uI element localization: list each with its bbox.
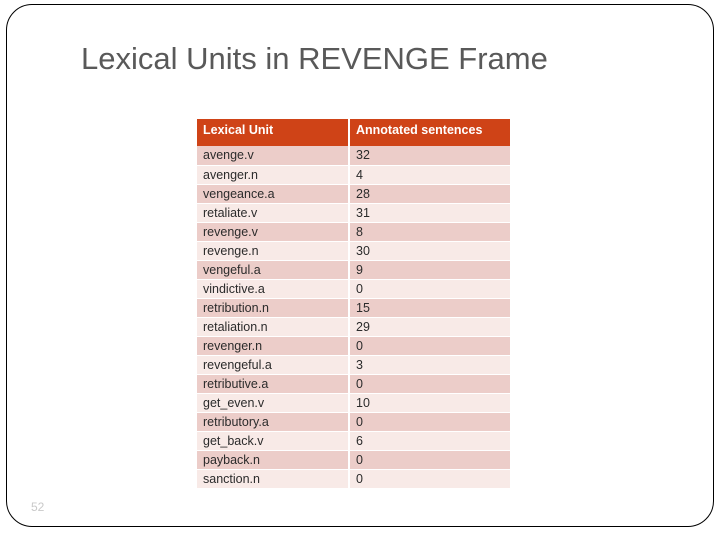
cell-lexical-unit: get_even.v (197, 393, 350, 413)
cell-lexical-unit: sanction.n (197, 469, 350, 489)
table-row: avenger.n 4 (197, 165, 510, 185)
cell-annotated-sentences: 28 (349, 184, 510, 204)
cell-annotated-sentences: 9 (349, 260, 510, 280)
table-row: retaliation.n 29 (197, 317, 510, 337)
cell-annotated-sentences: 0 (349, 412, 510, 432)
page-number: 52 (31, 500, 45, 514)
lexical-units-table: Lexical Unit Annotated sentences avenge.… (197, 119, 510, 489)
table-header: Lexical Unit Annotated sentences (197, 119, 510, 146)
cell-lexical-unit: retributive.a (197, 374, 350, 394)
cell-lexical-unit: get_back.v (197, 431, 350, 451)
cell-annotated-sentences: 0 (349, 469, 510, 489)
cell-annotated-sentences: 4 (349, 165, 510, 185)
table-row: get_back.v 6 (197, 431, 510, 451)
cell-lexical-unit: avenger.n (197, 165, 350, 185)
cell-lexical-unit: vengeful.a (197, 260, 350, 280)
table-row: retributory.a 0 (197, 412, 510, 432)
cell-lexical-unit: retaliation.n (197, 317, 350, 337)
cell-annotated-sentences: 29 (349, 317, 510, 337)
cell-annotated-sentences: 8 (349, 222, 510, 242)
cell-lexical-unit: revengeful.a (197, 355, 350, 375)
table-body: avenge.v 32 avenger.n 4 vengeance.a 28 retalia… (197, 146, 510, 489)
cell-annotated-sentences: 31 (349, 203, 510, 223)
table-row: revenge.v 8 (197, 222, 510, 242)
table-row: revenge.n 30 (197, 241, 510, 261)
table-row: retributive.a 0 (197, 374, 510, 394)
cell-lexical-unit: revenge.n (197, 241, 350, 261)
cell-lexical-unit: payback.n (197, 450, 350, 470)
cell-annotated-sentences: 30 (349, 241, 510, 261)
cell-lexical-unit: revenger.n (197, 336, 350, 356)
cell-annotated-sentences: 15 (349, 298, 510, 318)
table-row: sanction.n 0 (197, 469, 510, 489)
table-row: revengeful.a 3 (197, 355, 510, 375)
page-title: Lexical Units in REVENGE Frame (81, 40, 548, 76)
cell-annotated-sentences: 0 (349, 279, 510, 299)
slide-frame: Lexical Units in REVENGE Frame Lexical U… (6, 4, 714, 527)
table-row: retribution.n 15 (197, 298, 510, 318)
table-row: vindictive.a 0 (197, 279, 510, 299)
cell-annotated-sentences: 0 (349, 450, 510, 470)
table-row: revenger.n 0 (197, 336, 510, 356)
table-row: vengeful.a 9 (197, 260, 510, 280)
cell-annotated-sentences: 32 (349, 146, 510, 166)
cell-lexical-unit: retaliate.v (197, 203, 350, 223)
cell-annotated-sentences: 6 (349, 431, 510, 451)
cell-annotated-sentences: 10 (349, 393, 510, 413)
table-header-row: Lexical Unit Annotated sentences (197, 119, 510, 146)
column-header-annotated-sentences: Annotated sentences (349, 119, 510, 146)
cell-annotated-sentences: 0 (349, 374, 510, 394)
cell-lexical-unit: vindictive.a (197, 279, 350, 299)
cell-lexical-unit: retribution.n (197, 298, 350, 318)
table-row: retaliate.v 31 (197, 203, 510, 223)
column-header-lexical-unit: Lexical Unit (197, 119, 350, 146)
table-row: vengeance.a 28 (197, 184, 510, 204)
cell-annotated-sentences: 3 (349, 355, 510, 375)
cell-lexical-unit: vengeance.a (197, 184, 350, 204)
table-row: avenge.v 32 (197, 146, 510, 166)
cell-lexical-unit: retributory.a (197, 412, 350, 432)
cell-lexical-unit: revenge.v (197, 222, 350, 242)
cell-annotated-sentences: 0 (349, 336, 510, 356)
table-row: payback.n 0 (197, 450, 510, 470)
table-row: get_even.v 10 (197, 393, 510, 413)
cell-lexical-unit: avenge.v (197, 146, 350, 166)
